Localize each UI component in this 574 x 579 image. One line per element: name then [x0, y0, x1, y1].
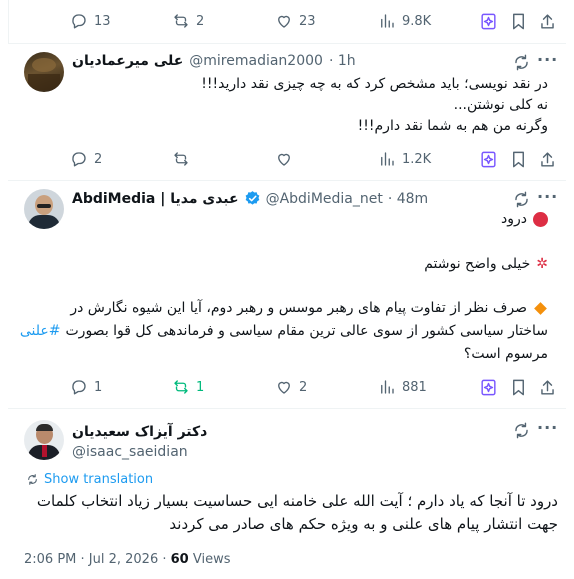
translate-button[interactable] — [511, 52, 531, 72]
repost-button[interactable] — [172, 149, 196, 169]
tweet-metadata: 2:06 PM · Jul 2, 2026 · 60 Views — [24, 552, 230, 567]
translate-icon — [514, 54, 528, 70]
author-handle[interactable]: @AbdiMedia_net — [266, 191, 383, 207]
tweet-text-line: جهت انتشار پیام های علنی و به ویژه حکم ه… — [169, 515, 558, 533]
share-icon — [540, 379, 554, 395]
views-icon — [381, 14, 394, 28]
author-name[interactable]: دکتر آیزاک سعیدیان — [72, 424, 207, 440]
translate-icon — [514, 191, 528, 207]
reply-button[interactable]: 2 — [70, 149, 102, 169]
views-count: 881 — [402, 379, 427, 395]
translate-icon — [28, 474, 37, 485]
translate-button[interactable] — [511, 189, 531, 209]
like-icon — [278, 381, 290, 394]
author-name[interactable]: علی میرعمادیان — [72, 53, 183, 69]
post-time[interactable]: · 48m — [388, 191, 428, 207]
anger-symbol-icon: ✲ — [536, 256, 548, 272]
translate-button[interactable] — [511, 420, 531, 440]
grok-button[interactable] — [478, 149, 498, 169]
grok-icon — [480, 379, 496, 395]
share-icon — [540, 151, 554, 167]
bookmark-button[interactable] — [508, 377, 528, 397]
verified-icon — [244, 190, 261, 207]
tweet-text-line: نه کلی نوشتن... — [453, 97, 548, 113]
reply-count: 2 — [94, 151, 103, 167]
reply-icon — [72, 14, 86, 29]
share-icon — [540, 13, 554, 29]
grok-button[interactable] — [478, 11, 498, 31]
repost-count: 1 — [196, 379, 205, 395]
avatar[interactable] — [24, 189, 64, 229]
repost-icon — [174, 14, 188, 28]
reply-icon — [72, 152, 86, 167]
tweet-text-line: وگرنه من هم به شما نقد دارم!!! — [357, 118, 548, 134]
tweet-text-line: صرف نظر از تفاوت پیام های رهبر موسس و ره… — [70, 300, 527, 316]
tweet-text-line: در نقد نویسی؛ باید مشخص کرد که به چه چیز… — [201, 76, 548, 92]
views-count: 9.8K — [402, 13, 432, 29]
reply-icon — [72, 380, 86, 395]
reply-button[interactable]: 13 — [70, 11, 111, 31]
views-label: Views — [188, 552, 231, 567]
grok-button[interactable] — [478, 377, 498, 397]
more-icon[interactable]: ··· — [537, 187, 558, 206]
share-button[interactable] — [537, 11, 557, 31]
views-button[interactable]: 1.2K — [378, 149, 431, 169]
post-time[interactable]: · 1h — [329, 53, 356, 69]
avatar[interactable] — [24, 52, 64, 92]
bookmark-icon — [512, 13, 524, 29]
bookmark-icon — [512, 379, 524, 395]
show-translation-link[interactable]: Show translation — [26, 472, 153, 487]
like-button[interactable]: 2 — [275, 377, 307, 397]
author-handle[interactable]: @miremadian2000 — [189, 53, 323, 69]
hashtag-link[interactable]: #علنی — [20, 323, 61, 339]
avatar[interactable] — [24, 420, 64, 460]
views-button[interactable]: 881 — [378, 377, 427, 397]
more-icon[interactable]: ··· — [537, 418, 558, 437]
repost-count: 2 — [196, 13, 205, 29]
share-button[interactable] — [537, 149, 557, 169]
bookmark-button[interactable] — [508, 11, 528, 31]
bookmark-icon — [512, 151, 524, 167]
grok-icon — [480, 151, 496, 167]
repost-icon — [174, 152, 188, 166]
like-button[interactable]: 23 — [275, 11, 316, 31]
like-icon — [278, 153, 290, 166]
grok-icon — [480, 13, 496, 29]
like-icon — [278, 15, 290, 28]
orange-diamond-icon — [534, 301, 547, 315]
tweet-text-line: ساختار سیاسی کشور از سوی عالی ترین مقام … — [65, 323, 549, 339]
repost-icon — [174, 380, 188, 394]
reply-button[interactable]: 1 — [70, 377, 102, 397]
repost-button[interactable]: 2 — [172, 11, 204, 31]
tweet-text-line: درود تا آنجا که یاد دارم ؛ آیت الله علی … — [36, 492, 558, 510]
post-timestamp[interactable]: 2:06 PM · Jul 2, 2026 · — [24, 552, 171, 567]
bookmark-button[interactable] — [508, 149, 528, 169]
reply-count: 13 — [94, 13, 111, 29]
red-circle-icon — [533, 211, 548, 227]
like-count: 2 — [299, 379, 308, 395]
views-icon — [381, 380, 394, 394]
author-name[interactable]: AbdiMedia | عبدی مدیا — [72, 191, 239, 207]
translate-icon — [514, 422, 528, 438]
views-button[interactable]: 9.8K — [378, 11, 431, 31]
show-translation-label[interactable]: Show translation — [44, 472, 153, 487]
like-count: 23 — [299, 13, 316, 29]
views-icon — [381, 152, 394, 166]
share-button[interactable] — [537, 377, 557, 397]
tweet-text-line: مرسوم است؟ — [463, 346, 548, 362]
repost-button[interactable]: 1 — [172, 377, 204, 397]
views-count: 1.2K — [402, 151, 432, 167]
tweet-text-line: خیلی واضح نوشتم — [424, 256, 531, 272]
like-button[interactable] — [275, 149, 299, 169]
greeting-text: درود — [501, 211, 527, 227]
more-icon[interactable]: ··· — [537, 50, 558, 69]
reply-count: 1 — [94, 379, 103, 395]
author-handle[interactable]: @isaac_saeidian — [72, 444, 188, 460]
views-number: 60 — [170, 552, 189, 567]
